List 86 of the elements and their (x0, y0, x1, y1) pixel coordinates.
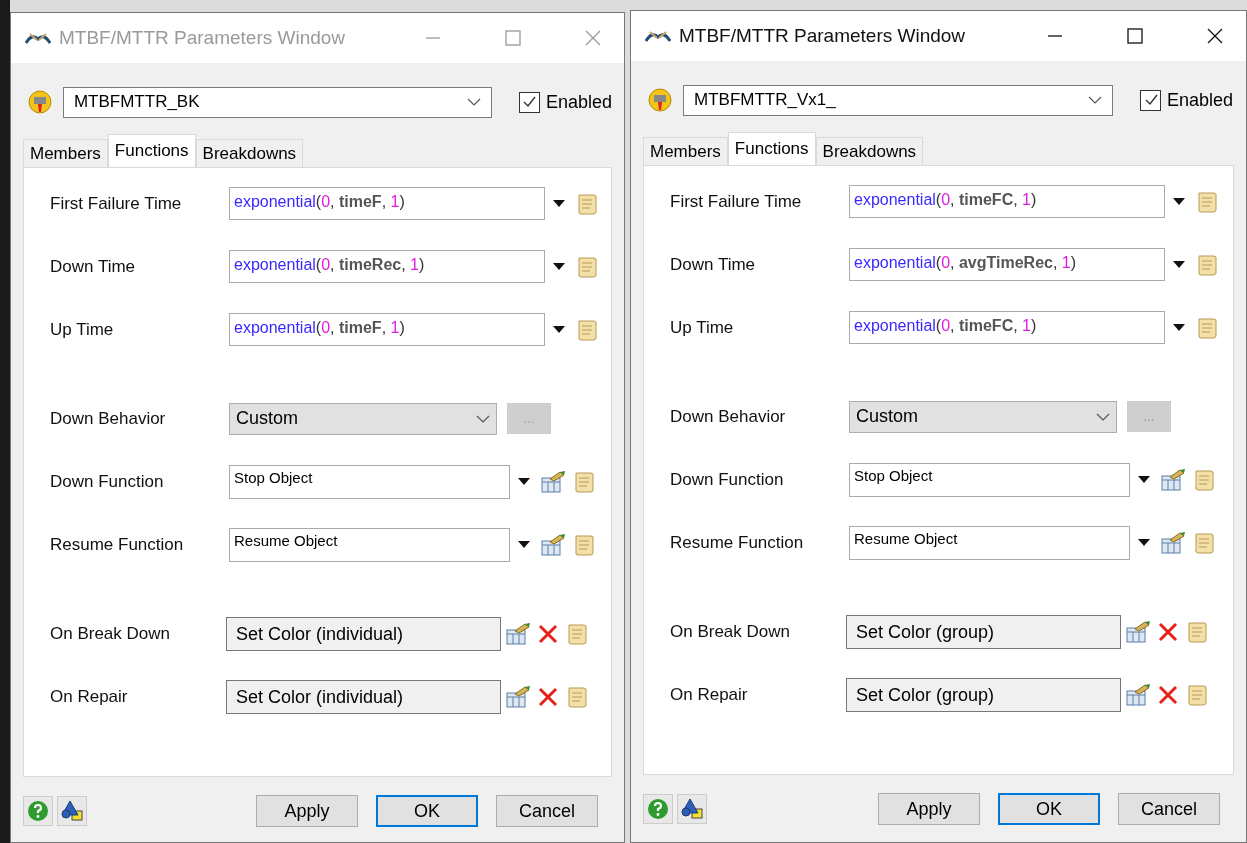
dialog-button[interactable]: OK (376, 795, 478, 827)
arches-icon (645, 29, 671, 43)
tab[interactable]: Functions (727, 132, 816, 165)
dropdown-arrow-icon[interactable] (553, 199, 565, 208)
help-button[interactable] (643, 794, 673, 824)
dropdown-arrow-icon[interactable] (553, 325, 565, 334)
edit-table-icon[interactable] (505, 621, 531, 646)
expression-field[interactable]: exponential(0, timeF, 1) (229, 187, 545, 220)
field-label: First Failure Time (670, 191, 803, 212)
object-icon (647, 87, 673, 113)
tab[interactable]: Functions (107, 134, 196, 167)
trigger-field[interactable]: Set Color (individual) (226, 616, 501, 651)
field-label: Down Time (50, 256, 137, 277)
field-label: First Failure Time (50, 193, 183, 214)
tab[interactable]: Breakdowns (195, 139, 304, 167)
dropdown-arrow-icon[interactable] (518, 540, 530, 549)
chevron-icon (476, 414, 490, 423)
trigger-field[interactable]: Set Color (group) (846, 614, 1121, 649)
field-label: Up Time (50, 319, 115, 340)
field-label: Down Function (670, 469, 785, 490)
dialog-button[interactable]: Apply (878, 793, 980, 825)
object-dropdown[interactable]: MTBFMTTR_BK (62, 86, 492, 118)
chevron-icon (466, 98, 481, 106)
arches-icon (25, 31, 51, 45)
chevron-icon (1096, 412, 1110, 421)
behavior-dropdown[interactable]: Custom (849, 400, 1117, 433)
behavior-dropdown[interactable]: Custom (229, 402, 497, 435)
dropdown-arrow-icon[interactable] (1138, 538, 1150, 547)
shapes-button[interactable] (677, 794, 707, 824)
function-field[interactable]: Stop Object (229, 464, 510, 499)
object-dropdown[interactable]: MTBFMTTR_Vx1_ (683, 84, 1113, 116)
function-field[interactable]: Resume Object (229, 527, 510, 562)
edit-table-icon[interactable] (1125, 619, 1151, 644)
tab[interactable]: Members (643, 137, 728, 165)
dropdown-arrow-icon[interactable] (1173, 260, 1185, 269)
edit-table-icon[interactable] (505, 684, 531, 709)
dropdown-arrow-icon[interactable] (1173, 197, 1185, 206)
dialog-button[interactable]: Cancel (496, 795, 598, 827)
close-icon[interactable] (1206, 27, 1224, 45)
dialog-button[interactable]: Cancel (1118, 793, 1220, 825)
field-label: Down Behavior (50, 408, 167, 429)
expression-field[interactable]: exponential(0, timeFC, 1) (849, 185, 1165, 218)
dropdown-arrow-icon[interactable] (1173, 323, 1185, 332)
field-label: Resume Function (50, 534, 185, 555)
tab[interactable]: Breakdowns (815, 137, 924, 165)
field-label: On Repair (50, 686, 129, 707)
enabled-checkbox[interactable]: Enabled (1140, 89, 1234, 111)
function-field[interactable]: Resume Object (849, 525, 1130, 560)
expression-field[interactable]: exponential(0, timeF, 1) (229, 313, 545, 346)
chevron-icon (1088, 96, 1102, 104)
enabled-checkbox[interactable]: Enabled (518, 91, 612, 113)
dropdown-arrow-icon[interactable] (518, 477, 530, 486)
help-button[interactable] (23, 796, 53, 826)
field-label: On Repair (670, 684, 749, 705)
field-label: On Break Down (670, 621, 791, 642)
expression-field[interactable]: exponential(0, timeRec, 1) (229, 250, 545, 283)
maximize-icon[interactable] (1126, 27, 1144, 45)
window-title: MTBF/MTTR Parameters Window (679, 25, 966, 47)
edit-table-icon[interactable] (540, 532, 566, 557)
field-label: Down Function (50, 471, 165, 492)
edit-table-icon[interactable] (1160, 467, 1186, 492)
object-icon (27, 89, 53, 115)
field-label: Up Time (670, 317, 735, 338)
delete-icon[interactable] (537, 685, 559, 708)
window-title: MTBF/MTTR Parameters Window (59, 27, 346, 49)
dialog-button[interactable]: Apply (256, 795, 358, 827)
function-field[interactable]: Stop Object (849, 462, 1130, 497)
dropdown-arrow-icon[interactable] (1138, 475, 1150, 484)
edit-table-icon[interactable] (1160, 530, 1186, 555)
dialog-button[interactable]: OK (998, 793, 1100, 825)
delete-icon[interactable] (1157, 620, 1179, 643)
delete-icon[interactable] (537, 622, 559, 645)
edit-table-icon[interactable] (540, 469, 566, 494)
shapes-button[interactable] (57, 796, 87, 826)
field-label: Down Time (670, 254, 757, 275)
trigger-field[interactable]: Set Color (group) (846, 677, 1121, 712)
edit-table-icon[interactable] (1125, 682, 1151, 707)
expression-field[interactable]: exponential(0, timeFC, 1) (849, 311, 1165, 344)
field-label: On Break Down (50, 623, 171, 644)
expression-field[interactable]: exponential(0, avgTimeRec, 1) (849, 248, 1165, 281)
delete-icon[interactable] (1157, 683, 1179, 706)
trigger-field[interactable]: Set Color (individual) (226, 679, 501, 714)
tab[interactable]: Members (23, 139, 108, 167)
dropdown-arrow-icon[interactable] (553, 262, 565, 271)
field-label: Resume Function (670, 532, 805, 553)
field-label: Down Behavior (670, 406, 787, 427)
